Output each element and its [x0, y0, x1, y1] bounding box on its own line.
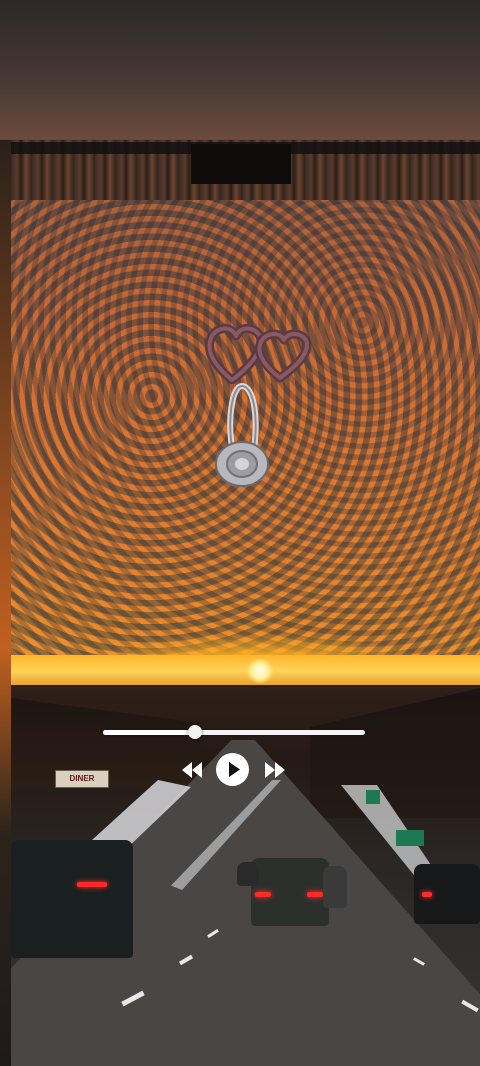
- billboard: DINER: [55, 770, 109, 788]
- play-icon: [229, 762, 240, 777]
- sun: [247, 658, 273, 684]
- next-button[interactable]: [264, 760, 286, 780]
- left-edge-strip: [0, 140, 11, 1066]
- car: [251, 858, 329, 926]
- car: [11, 840, 133, 958]
- double-heart-icon: [205, 324, 312, 384]
- seek-bar-progress: [103, 730, 195, 735]
- car: [323, 866, 347, 908]
- seek-bar[interactable]: [103, 730, 365, 735]
- headphones-icon: [215, 382, 269, 487]
- previous-button[interactable]: [181, 760, 203, 780]
- fast-forward-icon: [265, 762, 285, 778]
- car: [414, 864, 480, 924]
- highway-sign: [396, 830, 424, 846]
- rewind-icon: [182, 762, 202, 778]
- car: [237, 862, 259, 886]
- seek-thumb[interactable]: [187, 725, 202, 739]
- highway-sign: [366, 790, 380, 804]
- video-frame: DINER: [11, 140, 480, 1066]
- play-button[interactable]: [216, 753, 249, 786]
